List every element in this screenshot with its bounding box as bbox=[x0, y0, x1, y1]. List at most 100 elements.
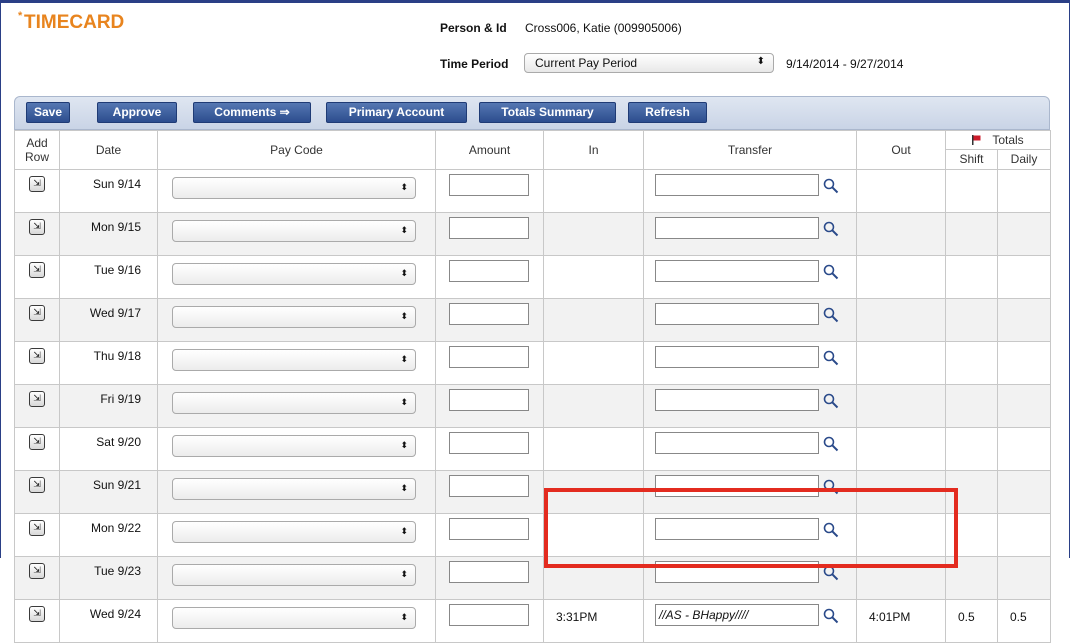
pay-code-select[interactable]: ⬍ bbox=[172, 521, 416, 543]
add-row-icon[interactable]: ⇲ bbox=[29, 219, 45, 235]
transfer-header: Transfer bbox=[643, 130, 857, 170]
pay-code-select[interactable]: ⬍ bbox=[172, 263, 416, 285]
out-cell[interactable] bbox=[856, 298, 946, 342]
add-row-icon[interactable]: ⇲ bbox=[29, 434, 45, 450]
approve-button[interactable]: Approve bbox=[97, 102, 177, 123]
amount-input[interactable] bbox=[449, 432, 529, 454]
search-icon[interactable] bbox=[823, 350, 839, 366]
in-cell[interactable]: 3:31PM bbox=[543, 599, 644, 643]
in-cell[interactable] bbox=[543, 212, 644, 256]
toolbar: Save Approve Comments ⇒ Primary Account … bbox=[14, 96, 1050, 130]
add-row-icon[interactable]: ⇲ bbox=[29, 305, 45, 321]
pay-code-select[interactable]: ⬍ bbox=[172, 349, 416, 371]
out-cell[interactable] bbox=[856, 427, 946, 471]
pay-code-select[interactable]: ⬍ bbox=[172, 607, 416, 629]
out-cell[interactable] bbox=[856, 212, 946, 256]
in-cell[interactable] bbox=[543, 255, 644, 299]
shift-total-cell bbox=[945, 255, 998, 299]
daily-header: Daily bbox=[1010, 152, 1038, 166]
amount-input[interactable] bbox=[449, 346, 529, 368]
in-cell[interactable] bbox=[543, 298, 644, 342]
select-arrows-icon: ⬍ bbox=[400, 526, 408, 536]
title-text: TIMECARD bbox=[24, 12, 125, 33]
out-cell[interactable] bbox=[856, 255, 946, 299]
transfer-input[interactable] bbox=[655, 346, 819, 368]
amount-input[interactable] bbox=[449, 260, 529, 282]
refresh-button[interactable]: Refresh bbox=[628, 102, 707, 123]
add-row-icon[interactable]: ⇲ bbox=[29, 477, 45, 493]
select-arrows-icon: ⬍ bbox=[400, 268, 408, 278]
pay-code-select[interactable]: ⬍ bbox=[172, 392, 416, 414]
amount-input[interactable] bbox=[449, 561, 529, 583]
date-header: Date bbox=[59, 130, 158, 170]
in-cell[interactable] bbox=[543, 169, 644, 213]
save-button[interactable]: Save bbox=[26, 102, 70, 123]
shift-total-cell bbox=[945, 341, 998, 385]
in-cell[interactable] bbox=[543, 427, 644, 471]
date-cell: Mon 9/22 bbox=[59, 513, 158, 557]
date-cell: Fri 9/19 bbox=[59, 384, 158, 428]
out-cell[interactable] bbox=[856, 169, 946, 213]
primary-account-button[interactable]: Primary Account bbox=[326, 102, 467, 123]
out-cell[interactable] bbox=[856, 384, 946, 428]
amount-input[interactable] bbox=[449, 217, 529, 239]
transfer-input[interactable] bbox=[655, 432, 819, 454]
shift-total-cell bbox=[945, 212, 998, 256]
time-period-select[interactable]: Current Pay Period ⬍ bbox=[524, 53, 774, 73]
search-icon[interactable] bbox=[823, 264, 839, 280]
date-cell: Mon 9/15 bbox=[59, 212, 158, 256]
pay-code-select[interactable]: ⬍ bbox=[172, 478, 416, 500]
add-row-icon[interactable]: ⇲ bbox=[29, 176, 45, 192]
in-cell[interactable] bbox=[543, 341, 644, 385]
pay-code-select[interactable]: ⬍ bbox=[172, 564, 416, 586]
transfer-input[interactable]: //AS - BHappy//// bbox=[655, 604, 819, 626]
search-icon[interactable] bbox=[823, 608, 839, 624]
search-icon[interactable] bbox=[823, 436, 839, 452]
table-row: ⇲ Sat 9/20 ⬍ bbox=[14, 427, 1051, 471]
out-cell[interactable]: 4:01PM bbox=[856, 599, 946, 643]
amount-input[interactable] bbox=[449, 389, 529, 411]
date-cell: Sun 9/21 bbox=[59, 470, 158, 514]
shift-total-cell bbox=[945, 298, 998, 342]
daily-total-cell bbox=[997, 169, 1051, 213]
pay-code-select[interactable]: ⬍ bbox=[172, 435, 416, 457]
add-row-header: Add Row bbox=[14, 130, 60, 170]
add-row-icon[interactable]: ⇲ bbox=[29, 391, 45, 407]
transfer-input[interactable] bbox=[655, 303, 819, 325]
transfer-input[interactable] bbox=[655, 389, 819, 411]
select-arrows-icon: ⬍ bbox=[400, 440, 408, 450]
totals-header: Totals Shift Daily bbox=[945, 130, 1051, 170]
in-cell[interactable] bbox=[543, 384, 644, 428]
search-icon[interactable] bbox=[823, 307, 839, 323]
transfer-input[interactable] bbox=[655, 260, 819, 282]
pay-code-select[interactable]: ⬍ bbox=[172, 220, 416, 242]
transfer-input[interactable] bbox=[655, 217, 819, 239]
daily-total-cell bbox=[997, 470, 1051, 514]
amount-input[interactable] bbox=[449, 475, 529, 497]
table-row: ⇲ Wed 9/24 ⬍ 3:31PM//AS - BHappy////4:01PM 0… bbox=[14, 599, 1051, 643]
search-icon[interactable] bbox=[823, 178, 839, 194]
pay-code-select[interactable]: ⬍ bbox=[172, 306, 416, 328]
amount-input[interactable] bbox=[449, 174, 529, 196]
select-arrows-icon: ⬍ bbox=[400, 182, 408, 192]
pay-code-select[interactable]: ⬍ bbox=[172, 177, 416, 199]
amount-input[interactable] bbox=[449, 518, 529, 540]
add-row-icon[interactable]: ⇲ bbox=[29, 606, 45, 622]
search-icon[interactable] bbox=[823, 221, 839, 237]
daily-total-cell bbox=[997, 513, 1051, 557]
totals-summary-button[interactable]: Totals Summary bbox=[479, 102, 616, 123]
date-cell: Wed 9/17 bbox=[59, 298, 158, 342]
person-label: Person & Id bbox=[440, 21, 507, 35]
add-row-icon[interactable]: ⇲ bbox=[29, 563, 45, 579]
amount-input[interactable] bbox=[449, 604, 529, 626]
select-arrows-icon: ⬍ bbox=[400, 612, 408, 622]
transfer-input[interactable] bbox=[655, 174, 819, 196]
comments-button[interactable]: Comments ⇒ bbox=[193, 102, 311, 123]
add-row-icon[interactable]: ⇲ bbox=[29, 348, 45, 364]
add-row-icon[interactable]: ⇲ bbox=[29, 520, 45, 536]
search-icon[interactable] bbox=[823, 393, 839, 409]
out-cell[interactable] bbox=[856, 341, 946, 385]
amount-input[interactable] bbox=[449, 303, 529, 325]
highlight-box bbox=[544, 488, 958, 568]
add-row-icon[interactable]: ⇲ bbox=[29, 262, 45, 278]
